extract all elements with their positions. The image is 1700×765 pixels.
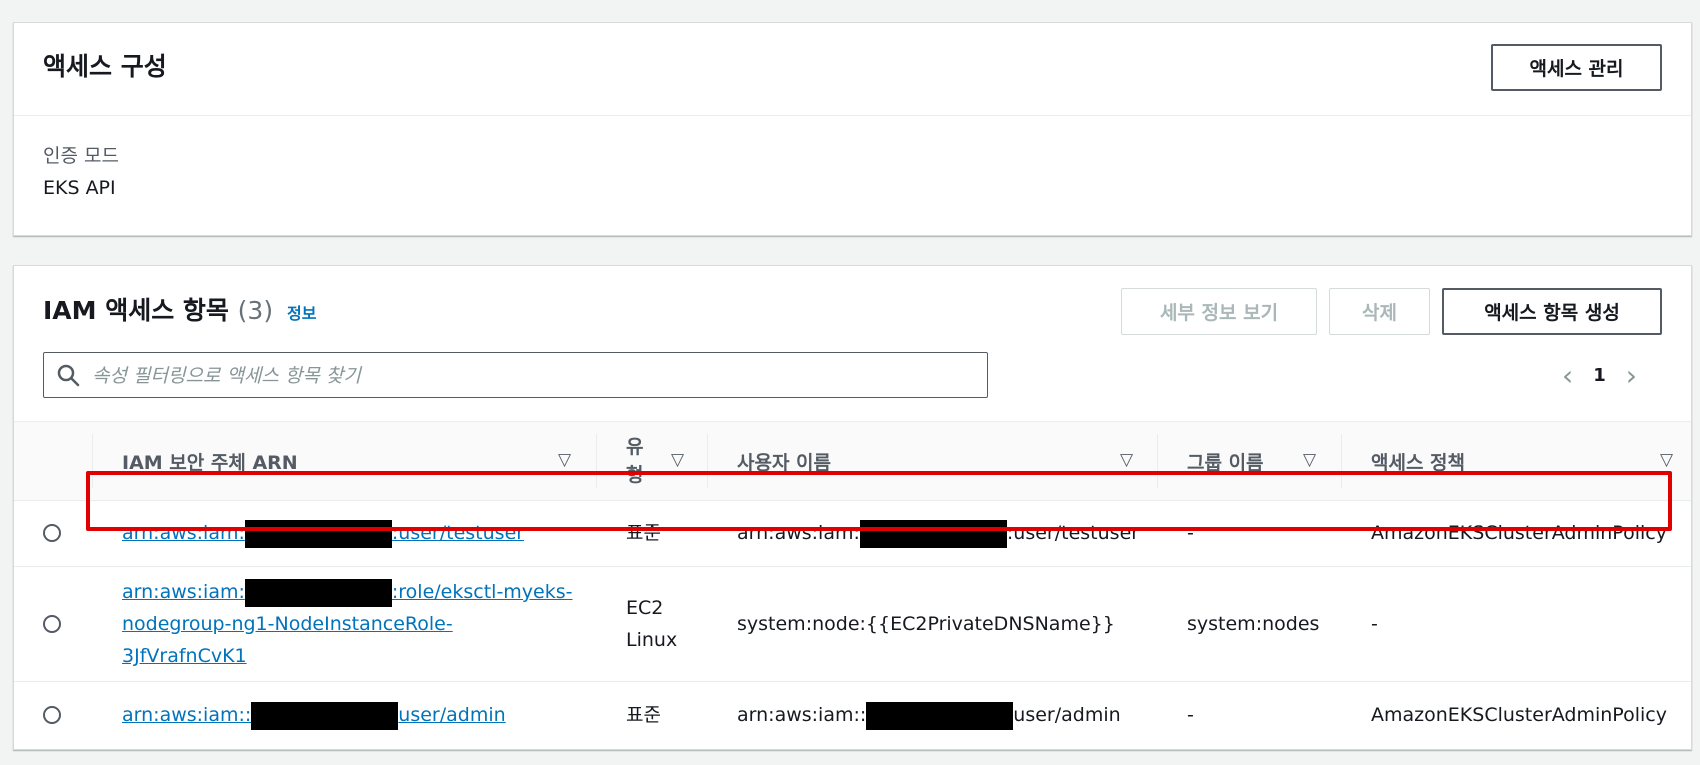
arn-link[interactable]: arn:aws:iam:: user/admin	[122, 699, 506, 731]
sort-icon[interactable]: ▽	[671, 450, 684, 470]
policy-cell: AmazonEKSClusterAdminPolicy	[1371, 704, 1667, 726]
search-icon	[57, 364, 80, 387]
type-line1: EC2	[626, 597, 664, 619]
table-row: arn:aws:iam: :role/eksctl-myeks- nodegrou…	[14, 567, 1691, 682]
row-highlight-annotation	[86, 471, 1672, 531]
arn-line3[interactable]: 3JfVrafnCvK1	[122, 645, 247, 667]
access-config-title: 액세스 구성	[43, 52, 167, 81]
search-input[interactable]	[90, 353, 974, 399]
redacted-account-id	[244, 578, 392, 607]
info-link[interactable]: 정보	[287, 300, 316, 324]
pagination: ‹ 1 ›	[1562, 352, 1637, 398]
arn-line1-suffix[interactable]: :role/eksctl-myeks-	[392, 581, 573, 603]
chevron-left-icon[interactable]: ‹	[1562, 359, 1573, 392]
username-suffix: user/admin	[1013, 704, 1121, 726]
row-radio[interactable]	[43, 706, 61, 724]
sort-icon[interactable]: ▽	[1660, 450, 1673, 470]
sort-icon[interactable]: ▽	[558, 450, 571, 470]
manage-access-button[interactable]: 액세스 관리	[1491, 44, 1662, 91]
iam-entries-title-text: IAM 액세스 항목	[43, 296, 229, 325]
column-header-type-line1: 유	[626, 436, 644, 458]
sort-icon[interactable]: ▽	[1120, 450, 1133, 470]
sort-icon[interactable]: ▽	[1303, 450, 1316, 470]
type-cell: EC2 Linux	[626, 592, 677, 656]
chevron-right-icon[interactable]: ›	[1626, 359, 1637, 392]
auth-mode-value: EKS API	[43, 177, 116, 199]
view-details-button[interactable]: 세부 정보 보기	[1121, 288, 1317, 335]
arn-prefix[interactable]: arn:aws:iam:	[122, 581, 245, 603]
iam-entries-count: (3)	[237, 296, 274, 325]
arn-link[interactable]: arn:aws:iam: :role/eksctl-myeks- nodegrou…	[122, 576, 573, 672]
iam-entries-title: IAM 액세스 항목 (3)	[43, 291, 273, 327]
access-config-panel: 액세스 구성 액세스 관리 인증 모드 EKS API	[13, 22, 1692, 236]
arn-suffix[interactable]: user/admin	[398, 704, 505, 726]
auth-mode-label: 인증 모드	[43, 145, 119, 167]
type-cell: 표준	[626, 704, 661, 726]
arn-line2[interactable]: nodegroup-ng1-NodeInstanceRole-	[122, 613, 453, 635]
divider	[14, 115, 1691, 116]
username-prefix: arn:aws:iam::	[737, 704, 867, 726]
search-field[interactable]	[43, 352, 988, 399]
group-cell: -	[1187, 704, 1194, 726]
table-row: arn:aws:iam:: user/admin 표준 arn:aws:iam::…	[14, 682, 1691, 748]
arn-prefix[interactable]: arn:aws:iam::	[122, 704, 251, 726]
policy-cell: -	[1371, 613, 1378, 635]
page-number[interactable]: 1	[1593, 365, 1606, 386]
delete-button[interactable]: 삭제	[1329, 288, 1430, 335]
username-cell: system:node:{{EC2PrivateDNSName}}	[737, 613, 1115, 635]
row-radio[interactable]	[43, 524, 61, 542]
create-access-entry-button[interactable]: 액세스 항목 생성	[1442, 288, 1662, 335]
group-cell: system:nodes	[1187, 613, 1320, 635]
redacted-account-id	[866, 701, 1014, 730]
redacted-account-id	[251, 701, 399, 730]
username-cell: arn:aws:iam:: user/admin	[737, 699, 1121, 731]
type-line2: Linux	[626, 629, 678, 651]
row-radio[interactable]	[43, 615, 61, 633]
